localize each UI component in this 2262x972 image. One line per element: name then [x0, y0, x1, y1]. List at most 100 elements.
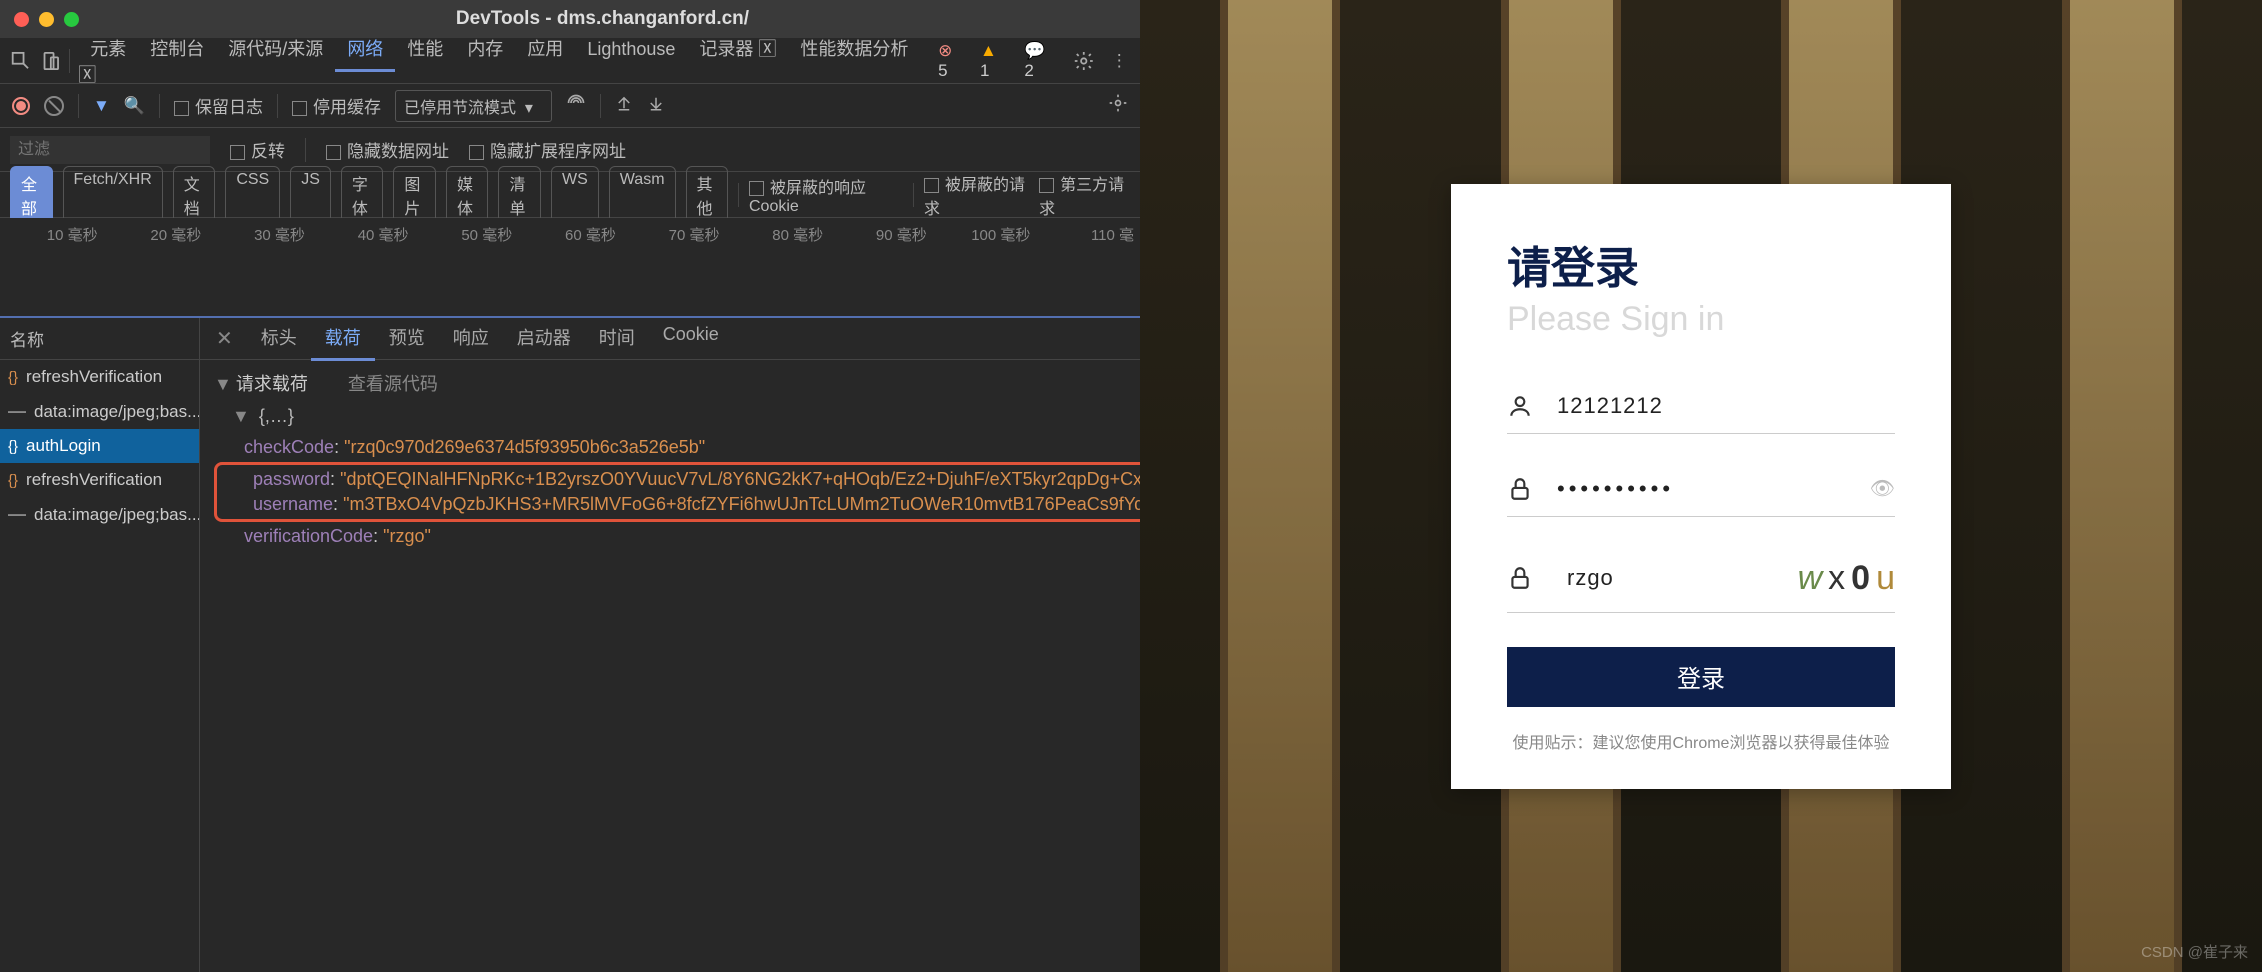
login-button[interactable]: 登录: [1507, 647, 1895, 707]
maximize-window-button[interactable]: [64, 12, 79, 27]
lock-icon: [1507, 565, 1533, 591]
username-field[interactable]: 12121212: [1507, 379, 1895, 434]
filter-input[interactable]: [10, 136, 210, 164]
invert-checkbox[interactable]: 反转: [230, 137, 285, 162]
type-filter-2[interactable]: 文档: [173, 166, 216, 224]
network-toolbar: ▼ 🔍 保留日志 停用缓存 已停用节流模式 ▾: [0, 84, 1140, 128]
type-filter-9[interactable]: WS: [551, 166, 599, 224]
error-count[interactable]: ⊗ 5: [938, 41, 966, 81]
hide-ext-urls-checkbox[interactable]: 隐藏扩展程序网址: [469, 137, 626, 162]
detail-tab-1[interactable]: 载荷: [311, 318, 375, 361]
timeline-tick: 40 毫秒: [311, 224, 415, 245]
detail-tab-3[interactable]: 响应: [439, 318, 503, 361]
watermark: CSDN @崔子来: [2141, 941, 2248, 962]
request-item[interactable]: —data:image/jpeg;bas...: [0, 497, 199, 532]
timeline[interactable]: 10 毫秒20 毫秒30 毫秒40 毫秒50 毫秒60 毫秒70 毫秒80 毫秒…: [0, 218, 1140, 318]
username-value: 12121212: [1557, 393, 1895, 419]
request-label: refreshVerification: [26, 470, 162, 490]
login-title: 请登录: [1507, 232, 1895, 296]
payload-section-title[interactable]: ▼请求载荷: [214, 370, 308, 396]
main-tab-4[interactable]: 性能: [395, 29, 455, 69]
request-item[interactable]: {}authLogin: [0, 429, 199, 463]
json-icon: {}: [8, 472, 18, 489]
captcha-image[interactable]: w x 0 u: [1798, 559, 1895, 598]
settings-icon[interactable]: [1073, 50, 1095, 72]
devtools-window: DevTools - dms.changanford.cn/ 元素控制台源代码/…: [0, 0, 1140, 972]
password-value: ••••••••••: [1557, 476, 1870, 502]
disable-cache-checkbox[interactable]: 停用缓存: [292, 93, 381, 118]
type-filter-5[interactable]: 字体: [341, 166, 384, 224]
main-tab-bar: 元素控制台源代码/来源网络性能内存应用Lighthouse记录器 🅇性能数据分析…: [0, 38, 1140, 84]
traffic-lights: [14, 12, 79, 27]
type-filter-3[interactable]: CSS: [225, 166, 280, 224]
close-window-button[interactable]: [14, 12, 29, 27]
filter-icon[interactable]: ▼: [93, 96, 110, 116]
request-item[interactable]: —data:image/jpeg;bas...: [0, 394, 199, 429]
main-tab-7[interactable]: Lighthouse: [575, 29, 687, 69]
eye-icon[interactable]: 👁: [1870, 476, 1895, 501]
type-filter-6[interactable]: 图片: [393, 166, 436, 224]
type-filter-11[interactable]: 其他: [686, 166, 729, 224]
detail-tab-4[interactable]: 启动器: [503, 318, 585, 361]
request-item[interactable]: {}refreshVerification: [0, 360, 199, 394]
search-icon[interactable]: 🔍: [124, 96, 145, 116]
payload-panel: ▼请求载荷 查看源代码 ▼ {,…} checkCode: "rzq0c970d…: [200, 360, 1140, 559]
detail-tab-2[interactable]: 预览: [375, 318, 439, 361]
request-item[interactable]: {} refreshVerification: [0, 463, 199, 497]
toolbar-settings-icon[interactable]: [1108, 93, 1128, 118]
blocked-cookies-checkbox[interactable]: 被屏蔽的响应 Cookie: [749, 174, 903, 216]
payload-entry[interactable]: username: "m3TBxO4VpQzbJKHS3+MR5lMVFoG6+…: [223, 492, 1140, 517]
main-tab-3[interactable]: 网络: [335, 29, 395, 72]
detail-tab-5[interactable]: 时间: [585, 318, 649, 361]
network-conditions-icon[interactable]: [566, 93, 586, 118]
more-icon[interactable]: ⋮: [1108, 50, 1130, 72]
detail-tab-0[interactable]: 标头: [247, 318, 311, 361]
request-list: 名称 {} refreshVerification —data:image/jpeg…: [0, 318, 200, 972]
timeline-tick: 70 毫秒: [622, 224, 726, 245]
type-filter-8[interactable]: 清单: [498, 166, 541, 224]
record-button[interactable]: [12, 97, 30, 115]
name-column-header[interactable]: 名称: [0, 318, 199, 360]
download-icon[interactable]: [647, 94, 665, 117]
type-filter-1[interactable]: Fetch/XHR: [63, 166, 163, 224]
request-label: refreshVerification: [26, 367, 162, 387]
preserve-log-checkbox[interactable]: 保留日志: [174, 93, 263, 118]
throttling-select[interactable]: 已停用节流模式 ▾: [395, 90, 552, 122]
type-filter-4[interactable]: JS: [290, 166, 331, 224]
password-field[interactable]: •••••••••• 👁: [1507, 462, 1895, 517]
window-title: DevTools - dms.changanford.cn/: [456, 8, 749, 30]
request-label: authLogin: [26, 436, 101, 456]
upload-icon[interactable]: [615, 94, 633, 117]
type-filter-0[interactable]: 全部: [10, 166, 53, 224]
captcha-value: rzgo: [1567, 565, 1788, 591]
timeline-tick: 90 毫秒: [829, 224, 933, 245]
payload-entry[interactable]: password: "dptQEQINalHFNpRKc+1B2yrszO0YV…: [223, 467, 1140, 492]
main-tab-6[interactable]: 应用: [515, 29, 575, 69]
close-details-icon[interactable]: ✕: [206, 320, 243, 357]
type-filter-10[interactable]: Wasm: [609, 166, 676, 224]
warning-count[interactable]: ▲ 1: [980, 41, 1010, 81]
hide-data-urls-checkbox[interactable]: 隐藏数据网址: [326, 137, 449, 162]
minimize-window-button[interactable]: [39, 12, 54, 27]
blocked-requests-checkbox[interactable]: 被屏蔽的请求: [924, 171, 1029, 219]
timeline-tick: 50 毫秒: [415, 224, 519, 245]
view-source-link[interactable]: 查看源代码: [348, 370, 438, 396]
captcha-field[interactable]: rzgo w x 0 u: [1507, 545, 1895, 613]
payload-entry[interactable]: verificationCode: "rzgo": [214, 524, 1140, 549]
payload-entry[interactable]: checkCode: "rzq0c970d269e6374d5f93950b6c…: [214, 435, 1140, 460]
device-toggle-icon[interactable]: [40, 50, 62, 72]
timeline-tick: 30 毫秒: [207, 224, 311, 245]
clear-button[interactable]: [44, 96, 64, 116]
main-tab-1[interactable]: 控制台: [138, 29, 216, 69]
main-tab-8[interactable]: 记录器 🅇: [687, 29, 788, 69]
request-label: data:image/jpeg;bas...: [34, 402, 199, 422]
main-tab-2[interactable]: 源代码/来源: [216, 29, 335, 69]
message-count[interactable]: 💬 2: [1024, 41, 1059, 81]
inspect-icon[interactable]: [10, 50, 32, 72]
timeline-tick: 60 毫秒: [518, 224, 622, 245]
third-party-checkbox[interactable]: 第三方请求: [1039, 171, 1130, 219]
json-root-toggle[interactable]: ▼ {,…}: [214, 406, 1140, 427]
main-tab-5[interactable]: 内存: [455, 29, 515, 69]
detail-tab-6[interactable]: Cookie: [649, 318, 733, 361]
type-filter-7[interactable]: 媒体: [446, 166, 489, 224]
